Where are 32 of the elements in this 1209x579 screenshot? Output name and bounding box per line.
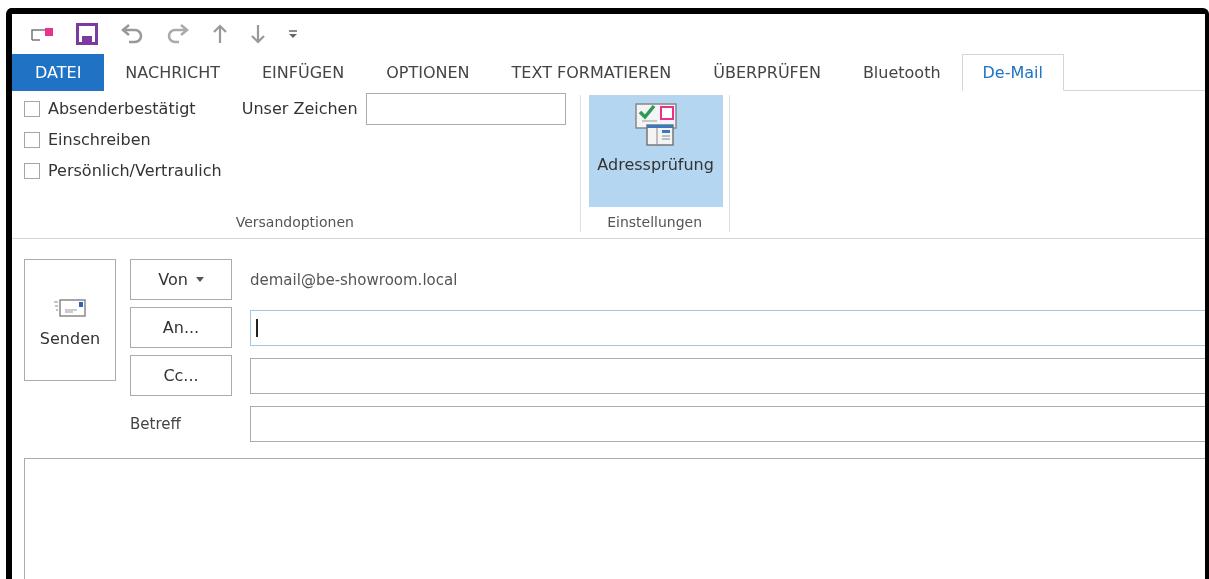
subject-field[interactable]	[250, 405, 1205, 442]
subject-label: Betreff	[130, 414, 182, 433]
customize-menu-icon[interactable]	[288, 29, 298, 39]
checkbox-label: Absenderbestätigt	[48, 99, 196, 118]
address-check-button[interactable]: Adressprüfung	[588, 95, 723, 207]
group-label: Einstellungen	[606, 214, 704, 232]
sender-address: demail@be-showroom.local	[250, 270, 458, 289]
from-button[interactable]: Von	[130, 259, 232, 300]
checkbox-label: Persönlich/Vertraulich	[48, 161, 222, 180]
file-tab[interactable]: DATEI	[12, 54, 105, 91]
send-button[interactable]: Senden	[24, 259, 116, 381]
undo-icon[interactable]	[120, 24, 144, 44]
input-field[interactable]	[365, 93, 566, 125]
flag-icon[interactable]	[30, 26, 54, 42]
checkbox[interactable]	[24, 162, 40, 179]
recipient-button[interactable]: An...	[130, 307, 232, 348]
down-arrow-icon[interactable]	[250, 24, 266, 44]
checkbox-label: Einschreiben	[48, 130, 151, 149]
address-card-icon	[632, 101, 679, 147]
input-field[interactable]	[250, 309, 1205, 346]
caret-icon	[195, 277, 204, 282]
envelope-icon	[54, 299, 86, 317]
redo-icon[interactable]	[166, 24, 190, 44]
group-label: Versandoptionen	[234, 214, 355, 232]
ribbon-tab[interactable]: De-Mail	[961, 54, 1064, 91]
checkbox[interactable]	[24, 131, 40, 148]
up-arrow-icon[interactable]	[212, 24, 228, 44]
save-icon[interactable]	[76, 23, 98, 45]
field-label: Unser Zeichen	[241, 99, 358, 118]
checkbox[interactable]	[24, 100, 40, 117]
recipient-button[interactable]: Cc...	[130, 355, 232, 396]
input-field[interactable]	[250, 357, 1205, 394]
